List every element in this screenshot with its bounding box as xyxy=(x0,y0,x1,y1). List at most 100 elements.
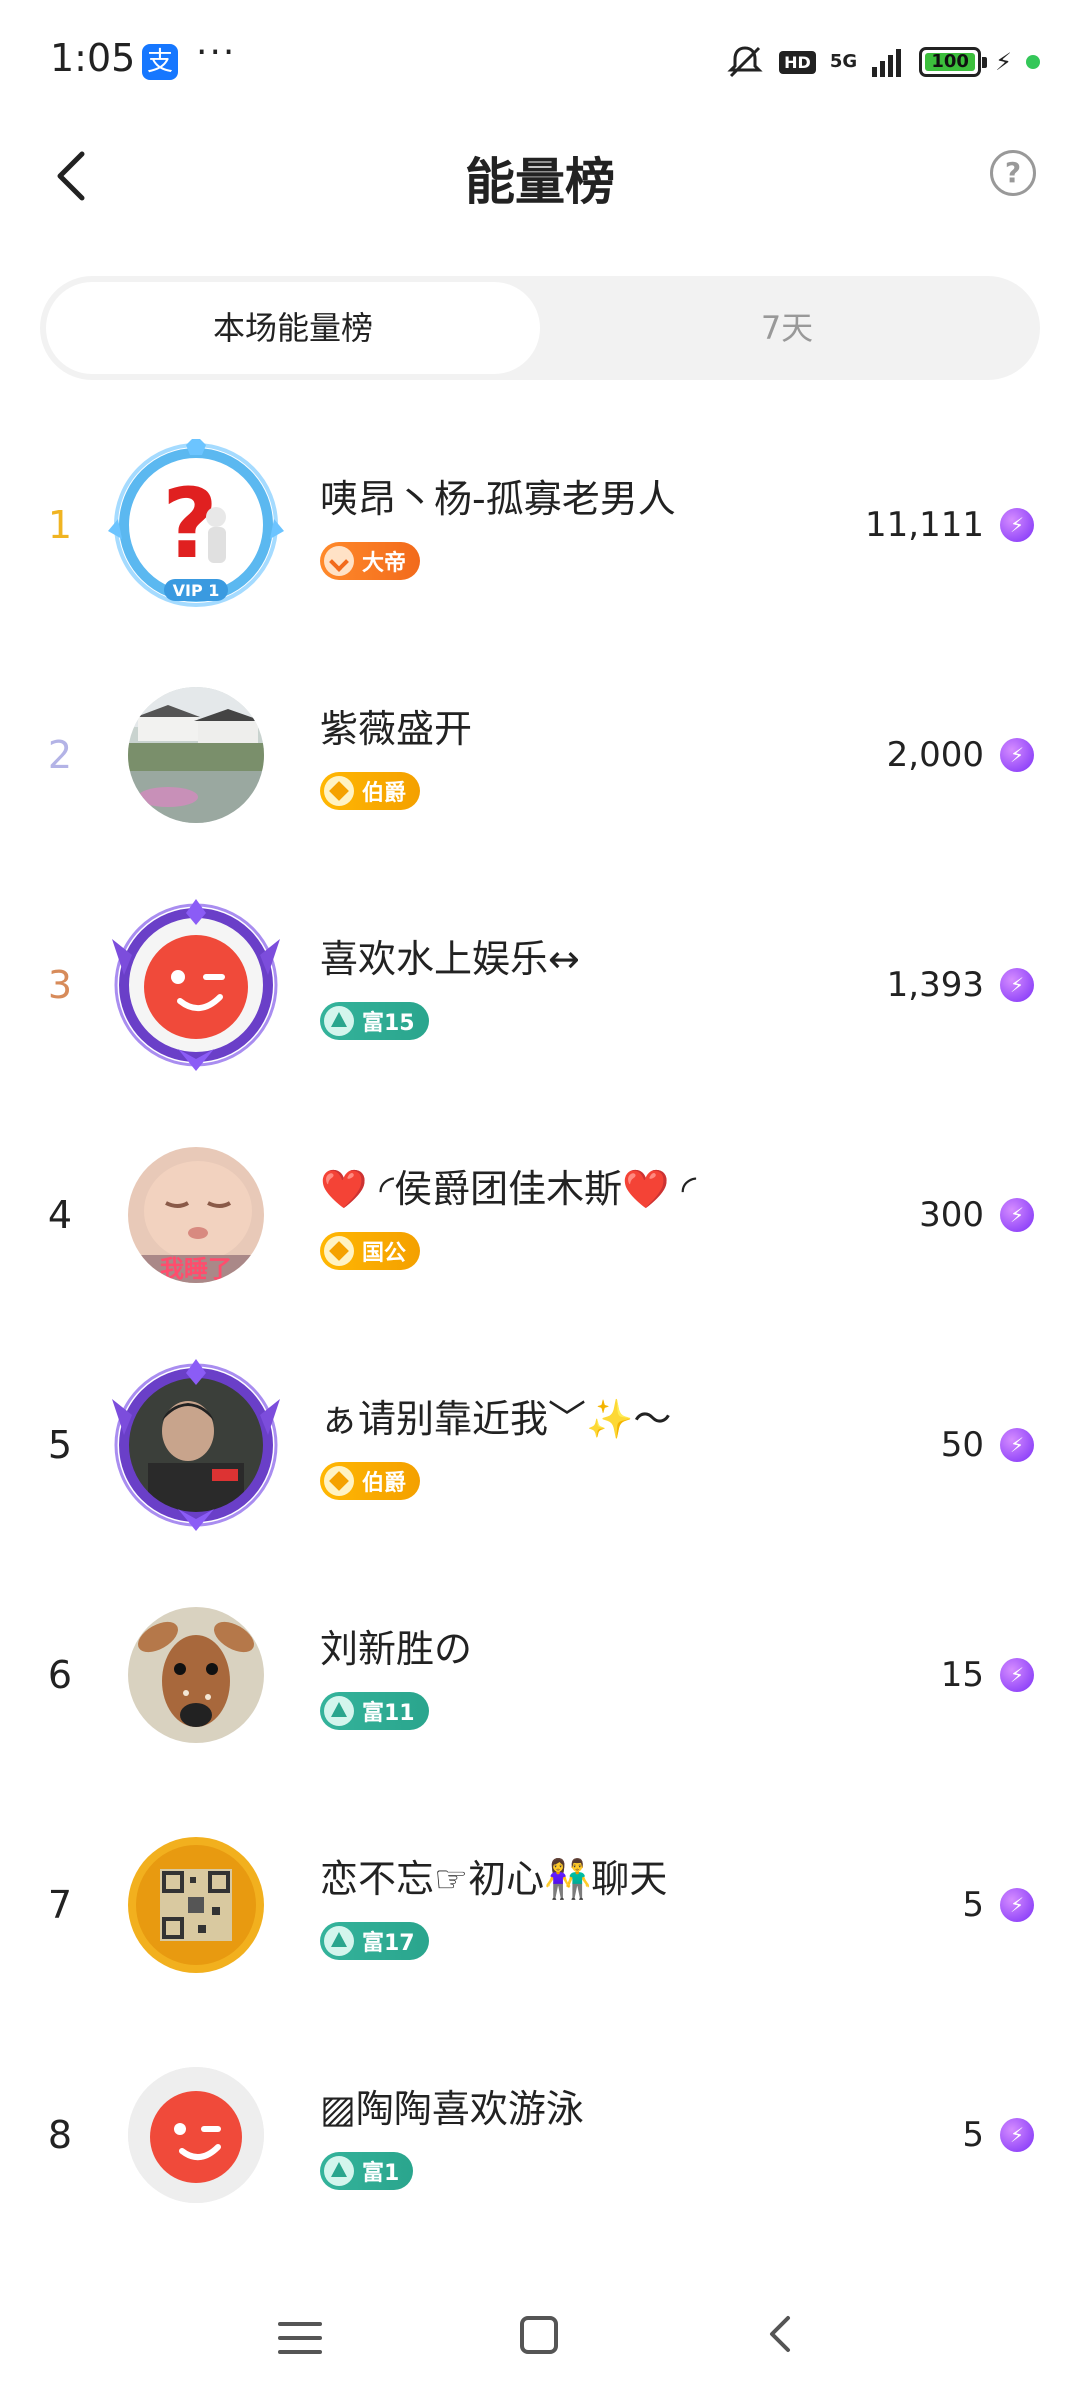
badge-label: 大帝 xyxy=(362,551,407,576)
badge-label: 伯爵 xyxy=(362,781,407,806)
home-button[interactable] xyxy=(520,2316,558,2354)
level-badge: 富15 xyxy=(320,1002,429,1040)
badge-icon xyxy=(324,1696,354,1726)
user-name: 咦昂丶杨-孤寡老男人 xyxy=(320,477,676,521)
energy-score: 15 xyxy=(940,1655,984,1695)
avatar[interactable] xyxy=(128,687,264,823)
energy-icon xyxy=(1000,1198,1034,1232)
system-nav-bar xyxy=(0,2280,1080,2400)
level-badge: 伯爵 xyxy=(320,772,421,810)
recent-apps-button[interactable] xyxy=(278,2316,322,2360)
qr-sunflower-icon xyxy=(128,1837,264,1973)
status-indicators: HD 5G 100 ⚡ xyxy=(725,40,1040,84)
user-name: ぁ请别靠近我﹀✨～ xyxy=(320,1397,672,1441)
badge-label: 富17 xyxy=(362,1931,415,1956)
privacy-dot-icon xyxy=(1026,55,1040,69)
energy-score: 5 xyxy=(962,2115,984,2155)
baby-photo-icon: 我睡了 xyxy=(128,1147,264,1283)
avatar[interactable] xyxy=(128,1837,264,1973)
user-name: 喜欢水上娱乐↔ xyxy=(320,937,580,981)
deer-photo-icon xyxy=(128,1607,264,1743)
help-icon[interactable]: ? xyxy=(990,150,1036,196)
avatar[interactable] xyxy=(128,2067,264,2203)
rank-number: 5 xyxy=(47,1423,73,1467)
badge-label: 伯爵 xyxy=(362,1471,407,1496)
level-badge: 富1 xyxy=(320,2152,414,2190)
alipay-icon: 支 xyxy=(142,44,178,80)
level-badge: 富17 xyxy=(320,1922,429,1960)
level-badge: 伯爵 xyxy=(320,1462,421,1500)
more-notifications-icon: ··· xyxy=(196,32,237,73)
energy-icon xyxy=(1000,738,1034,772)
village-photo-icon xyxy=(128,687,264,823)
ranking-row[interactable]: 3 喜欢水上娱乐↔ 富15 1,393 xyxy=(0,870,1080,1100)
energy-score: 5 xyxy=(962,1885,984,1925)
ranking-row[interactable]: 5 ぁ请别靠近我﹀✨～ 伯爵 50 xyxy=(0,1330,1080,1560)
ranking-row[interactable]: 4 我睡了 ❤️ ◜侯爵团佳木斯❤️ ◜ 国公 300 xyxy=(0,1100,1080,1330)
status-bar: 1:05 支 ··· HD 5G 100 ⚡ xyxy=(0,0,1080,120)
avatar[interactable]: 我睡了 xyxy=(128,1147,264,1283)
rank-number: 4 xyxy=(47,1193,73,1237)
energy-icon xyxy=(1000,508,1034,542)
badge-label: 富1 xyxy=(362,2161,400,2186)
battery-level: 100 xyxy=(931,51,969,72)
energy-score: 50 xyxy=(940,1425,984,1465)
person-photo-icon xyxy=(128,1377,264,1513)
energy-score: 1,393 xyxy=(886,965,984,1005)
tab-bar: 本场能量榜 7天 xyxy=(40,276,1040,380)
energy-score: 11,111 xyxy=(865,505,984,545)
level-badge: 大帝 xyxy=(320,542,421,580)
level-badge: 富11 xyxy=(320,1692,429,1730)
energy-score: 300 xyxy=(919,1195,984,1235)
rank-number: 7 xyxy=(47,1883,73,1927)
wink-logo-icon xyxy=(128,2067,264,2203)
network-type: 5G xyxy=(829,51,858,72)
hd-icon: HD xyxy=(779,50,816,74)
user-name: 紫薇盛开 xyxy=(320,707,473,751)
rank-number: 1 xyxy=(47,503,73,547)
avatar[interactable] xyxy=(128,1377,264,1513)
badge-icon xyxy=(324,2156,354,2186)
ranking-list: 1 ? VIP 1 咦昂丶杨-孤寡老男人 大帝 11,111 2 xyxy=(0,410,1080,2250)
svg-text:我睡了: 我睡了 xyxy=(160,1255,232,1283)
badge-icon xyxy=(324,1006,354,1036)
badge-icon xyxy=(324,1926,354,1956)
ranking-row[interactable]: 7 恋不忘☞初心👫聊天 富17 5 xyxy=(0,1790,1080,2020)
ranking-row[interactable]: 6 刘新胜の 富11 15 xyxy=(0,1560,1080,1790)
user-name: 刘新胜の xyxy=(320,1627,473,1671)
charging-icon: ⚡ xyxy=(995,48,1012,76)
avatar[interactable] xyxy=(128,917,264,1053)
page-header: 能量榜 ? xyxy=(0,120,1080,230)
avatar[interactable]: ? xyxy=(128,457,264,593)
badge-icon xyxy=(324,1466,354,1496)
energy-icon xyxy=(1000,2118,1034,2152)
rank-number: 3 xyxy=(47,963,73,1007)
badge-icon xyxy=(324,1236,354,1266)
avatar[interactable] xyxy=(128,1607,264,1743)
level-badge: 国公 xyxy=(320,1232,421,1270)
ranking-row[interactable]: 2 紫薇盛开 伯爵 2,000 xyxy=(0,640,1080,870)
energy-icon xyxy=(1000,1658,1034,1692)
energy-score: 2,000 xyxy=(886,735,984,775)
rank-number: 2 xyxy=(47,733,73,777)
mute-icon xyxy=(727,46,763,78)
signal-icon xyxy=(872,49,902,77)
badge-icon xyxy=(324,776,354,806)
status-time: 1:05 xyxy=(50,36,136,80)
ranking-row[interactable]: 1 ? VIP 1 咦昂丶杨-孤寡老男人 大帝 11,111 xyxy=(0,410,1080,640)
page-title: 能量榜 xyxy=(465,153,615,211)
vip-question-icon: ? xyxy=(130,459,262,591)
ranking-row[interactable]: 8 ▨陶陶喜欢游泳 富1 5 xyxy=(0,2020,1080,2250)
tab-current-session[interactable]: 本场能量榜 xyxy=(46,282,540,374)
badge-label: 国公 xyxy=(362,1241,407,1266)
badge-label: 富15 xyxy=(362,1011,415,1036)
wink-logo-icon xyxy=(144,935,248,1039)
rank-number: 6 xyxy=(47,1653,73,1697)
badge-icon xyxy=(324,546,354,576)
nav-back-button[interactable] xyxy=(760,2312,804,2356)
user-name: 恋不忘☞初心👫聊天 xyxy=(320,1857,668,1901)
energy-icon xyxy=(1000,1888,1034,1922)
user-name: ❤️ ◜侯爵团佳木斯❤️ ◜ xyxy=(320,1167,697,1211)
tab-7-days[interactable]: 7天 xyxy=(540,282,1034,374)
battery-icon: 100 xyxy=(919,47,988,77)
